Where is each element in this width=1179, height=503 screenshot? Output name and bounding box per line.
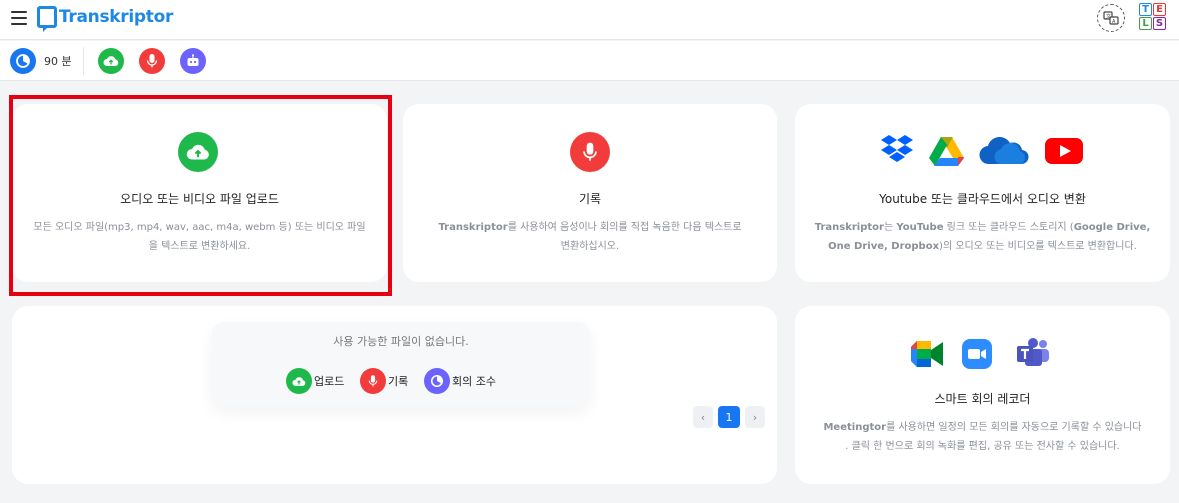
google-meet-icon[interactable] (911, 341, 943, 367)
empty-upload-button[interactable]: 업로드 (286, 368, 344, 394)
cloud-card-title: Youtube 또는 클라우드에서 오디오 변환 (879, 192, 1086, 206)
meeting-desc-brand: Meetingtor (823, 422, 887, 433)
meeting-recorder-card[interactable]: 스마트 회의 레코더 Meetingtor를 사용하면 일정의 모든 회의를 자… (795, 306, 1170, 484)
logo-mark-icon (37, 6, 57, 28)
cloud-desc-line-2: One Drive, Dropbox)의 오디오 또는 비디오를 텍스트로 변환… (805, 237, 1160, 256)
empty-meeting-assistant-button[interactable]: 회의 조수 (424, 368, 496, 394)
empty-record-button[interactable]: 기록 (360, 368, 408, 394)
selection-highlight (9, 95, 392, 296)
pagination-prev-button[interactable]: ‹ (693, 406, 713, 428)
cloud-desc-youtube: YouTube (896, 222, 944, 233)
meeting-card-description: Meetingtor를 사용하면 일정의 모든 회의를 자동으로 기록할 수 있… (801, 418, 1164, 456)
minutes-remaining: 90 분 (44, 55, 72, 68)
record-card-description: Transkriptor를 사용하여 음성이나 회의를 직접 녹음한 다음 텍스… (413, 218, 767, 256)
youtube-icon[interactable] (1045, 138, 1083, 164)
microsoft-teams-icon[interactable] (1016, 338, 1050, 368)
tels-letter-t: T (1139, 3, 1152, 16)
record-desc-brand: Transkriptor (438, 222, 508, 233)
record-desc-line-2: 변환하십시오. (560, 241, 620, 252)
language-icon[interactable]: 文A (1097, 4, 1125, 32)
meeting-card-title: 스마트 회의 레코더 (934, 392, 1031, 406)
record-card-title: 기록 (578, 192, 602, 206)
svg-text:文: 文 (1106, 13, 1111, 20)
record-desc-line-1-rest: 를 사용하여 음성이나 회의를 직접 녹음한 다음 텍스트로 (507, 222, 742, 233)
google-drive-icon[interactable] (929, 136, 965, 166)
record-desc-line-1: Transkriptor를 사용하여 음성이나 회의를 직접 녹음한 다음 텍스… (413, 218, 767, 237)
tels-logo[interactable]: T E L S (1139, 3, 1167, 31)
cloud-upload-icon (103, 56, 119, 66)
toolbar: 90 분 (0, 41, 1179, 81)
empty-files-panel: 사용 가능한 파일이 없습니다. 업로드 기록 회의 조수 (212, 322, 590, 407)
cloud-upload-icon (286, 368, 312, 394)
dropbox-icon[interactable] (880, 134, 914, 166)
zoom-icon[interactable] (962, 339, 992, 369)
meeting-desc-line-1: Meetingtor를 사용하면 일정의 모든 회의를 자동으로 기록할 수 있… (801, 418, 1164, 437)
cloud-desc-services: One Drive, Dropbox (828, 241, 940, 252)
robot-icon (187, 54, 199, 66)
empty-record-label: 기록 (388, 375, 409, 388)
cloud-desc-line-2-rest: )의 오디오 또는 비디오를 텍스트로 변환합니다. (939, 241, 1137, 252)
onedrive-icon[interactable] (979, 137, 1029, 165)
files-card: 사용 가능한 파일이 없습니다. 업로드 기록 회의 조수 ‹ 1 › (12, 306, 777, 484)
cloud-desc-brand: Transkriptor (814, 222, 884, 233)
cloud-desc-line-1: Transkriptor는 YouTube 링크 또는 클라우드 스토리지 (G… (805, 218, 1160, 237)
meeting-desc-line-2: . 클릭 한 번으로 회의 녹화를 편집, 공유 또는 전사할 수 있습니다. (845, 441, 1120, 452)
microphone-icon (570, 132, 610, 172)
record-card[interactable]: 기록 Transkriptor를 사용하여 음성이나 회의를 직접 녹음한 다음… (403, 104, 777, 282)
microphone-icon (360, 368, 386, 394)
pagination-page-1[interactable]: 1 (718, 406, 740, 428)
cloud-import-card[interactable]: Youtube 또는 클라우드에서 오디오 변환 Transkriptor는 Y… (795, 104, 1170, 282)
tels-letter-l: L (1139, 17, 1152, 30)
cloud-desc-line-1-rest: 링크 또는 클라우드 스토리지 ( (943, 222, 1074, 233)
meeting-bot-button[interactable] (180, 48, 206, 74)
microphone-icon (146, 54, 158, 68)
app-logo[interactable]: Transkriptor (37, 6, 173, 28)
svg-text:A: A (1112, 19, 1116, 25)
tels-letter-s: S (1153, 17, 1166, 30)
cloud-card-description: Transkriptor는 YouTube 링크 또는 클라우드 스토리지 (G… (805, 218, 1160, 256)
upload-button[interactable] (98, 48, 124, 74)
app-name: Transkriptor (59, 7, 174, 27)
tels-letter-e: E (1153, 3, 1166, 16)
top-header: Transkriptor 文A T E L S (0, 0, 1179, 40)
empty-meeting-assistant-label: 회의 조수 (452, 375, 496, 388)
meeting-desc-line-1-rest: 를 사용하면 일정의 모든 회의를 자동으로 기록할 수 있습니다 (886, 422, 1142, 433)
cloud-desc-google-drive: Google Drive, (1073, 222, 1151, 233)
menu-icon[interactable] (11, 11, 27, 25)
toolbar-divider (83, 47, 84, 75)
cloud-desc-particle: 는 (883, 222, 897, 233)
record-button[interactable] (139, 48, 165, 74)
pagination-next-button[interactable]: › (745, 406, 765, 428)
empty-upload-label: 업로드 (314, 375, 345, 388)
minutes-icon[interactable] (10, 48, 36, 74)
pie-chart-icon (424, 368, 450, 394)
empty-files-message: 사용 가능한 파일이 없습니다. (333, 335, 469, 348)
